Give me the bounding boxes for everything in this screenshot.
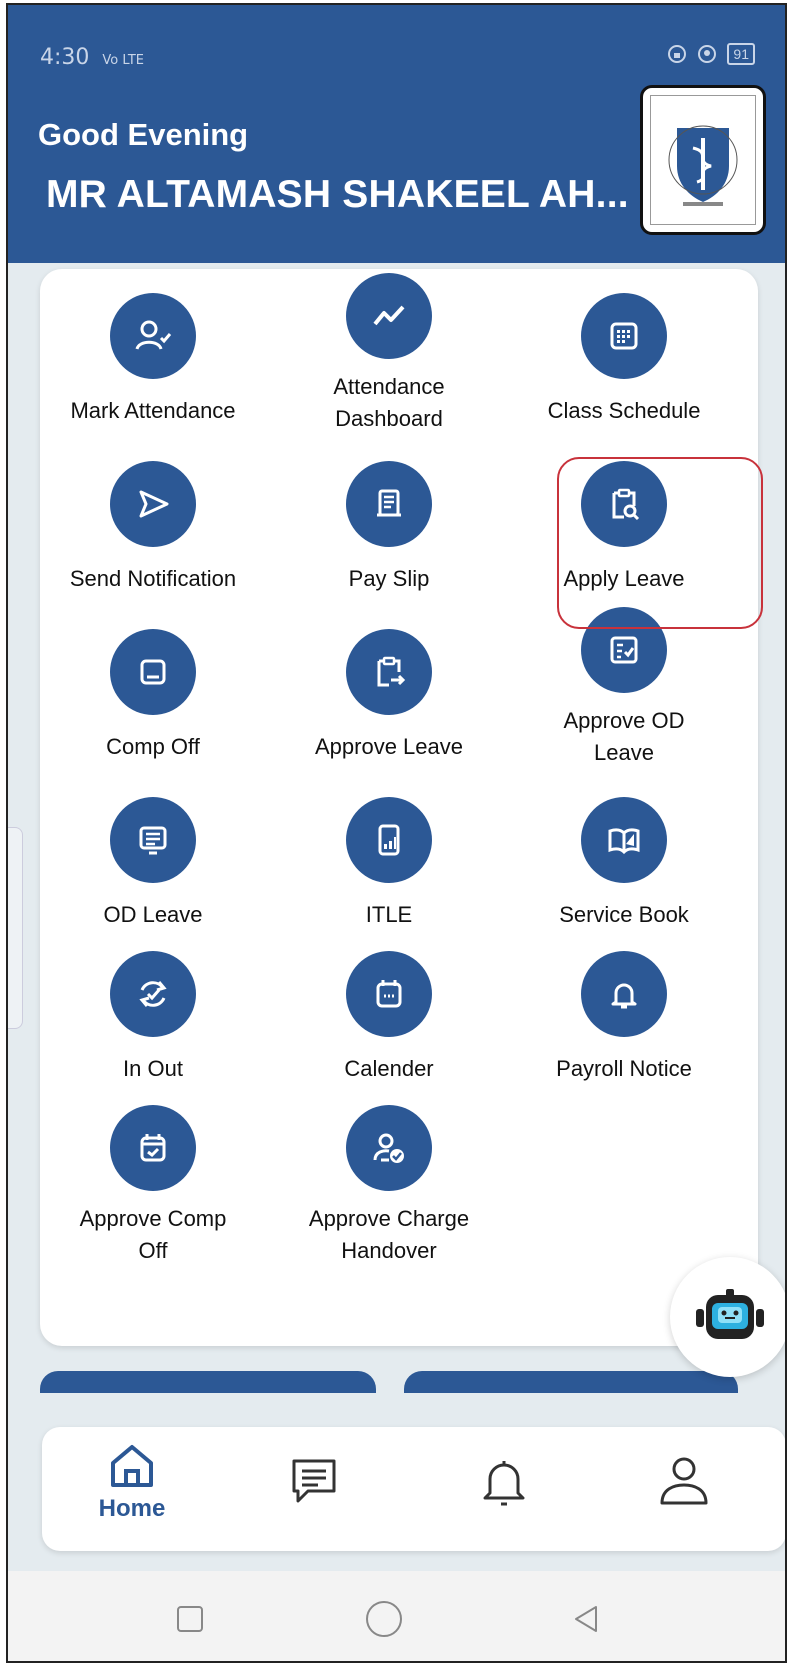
status-time: 4:30 Vo LTE xyxy=(40,45,144,70)
user-check-icon xyxy=(110,293,196,379)
app-header: 4:30 Vo LTE 91 Good Evening MR ALTAMASH … xyxy=(8,5,785,263)
back-button-icon[interactable] xyxy=(570,1603,602,1635)
bottom-card-left[interactable] xyxy=(40,1371,376,1393)
menu-label: Approve Comp Off xyxy=(79,1206,227,1263)
sync-check-icon xyxy=(110,951,196,1037)
profile-icon xyxy=(660,1457,708,1505)
menu-label: Mark Attendance xyxy=(70,398,236,423)
phone-frame: 4:30 Vo LTE 91 Good Evening MR ALTAMASH … xyxy=(6,3,787,1663)
calendar-grid-icon xyxy=(581,293,667,379)
trend-line-icon xyxy=(346,273,432,359)
time-text: 4:30 xyxy=(40,45,90,70)
menu-class-schedule[interactable]: Class Schedule xyxy=(514,293,734,427)
menu-label: Comp Off xyxy=(106,734,200,759)
open-book-icon xyxy=(581,797,667,883)
message-icon xyxy=(292,1459,336,1503)
status-icons: 91 xyxy=(667,43,755,65)
menu-label: Service Book xyxy=(559,902,689,927)
monitor-list-icon xyxy=(110,797,196,883)
menu-approve-charge-handover[interactable]: Approve Charge Handover xyxy=(279,1105,499,1267)
nav-notifications[interactable] xyxy=(444,1453,564,1513)
lock-icon xyxy=(668,45,687,63)
nav-home-label: Home xyxy=(98,1495,166,1522)
chatbot-button[interactable] xyxy=(670,1257,785,1377)
menu-label: Approve Leave xyxy=(315,734,463,759)
system-nav-bar xyxy=(8,1571,785,1661)
menu-label: ITLE xyxy=(365,902,413,927)
edge-panel-handle[interactable] xyxy=(8,827,23,1029)
menu-od-leave[interactable]: OD Leave xyxy=(43,797,263,931)
menu-pay-slip[interactable]: Pay Slip xyxy=(279,461,499,595)
menu-label: Calender xyxy=(344,1056,434,1081)
college-logo[interactable] xyxy=(640,85,766,235)
menu-mark-attendance[interactable]: Mark Attendance xyxy=(43,293,263,427)
location-icon xyxy=(698,45,717,63)
menu-label: Approve Charge Handover xyxy=(308,1206,470,1263)
menu-comp-off[interactable]: Comp Off xyxy=(43,629,263,763)
bell-icon xyxy=(483,1461,525,1506)
bottom-nav: Home xyxy=(42,1427,785,1551)
bottom-card-right[interactable] xyxy=(404,1371,738,1393)
selected-item-highlight xyxy=(557,457,763,629)
nav-messages[interactable] xyxy=(254,1453,374,1509)
menu-service-book[interactable]: Service Book xyxy=(514,797,734,931)
logo-image xyxy=(650,95,756,225)
home-button-icon[interactable] xyxy=(364,1599,404,1639)
robot-icon xyxy=(696,1289,764,1339)
recents-button-icon[interactable] xyxy=(174,1603,206,1635)
menu-label: In Out xyxy=(123,1056,183,1081)
nav-home[interactable]: Home xyxy=(72,1439,192,1523)
send-icon xyxy=(110,461,196,547)
receipt-icon xyxy=(346,461,432,547)
menu-calender[interactable]: Calender xyxy=(279,951,499,1085)
clipboard-arrow-icon xyxy=(346,629,432,715)
menu-label: OD Leave xyxy=(103,902,203,927)
menu-approve-od-leave[interactable]: Approve OD Leave xyxy=(514,607,734,769)
menu-itle[interactable]: ITLE xyxy=(279,797,499,931)
calendar-icon xyxy=(346,951,432,1037)
menu-send-notification[interactable]: Send Notification xyxy=(43,461,263,595)
user-name: MR ALTAMASH SHAKEEL AH... xyxy=(46,173,629,216)
phone-chart-icon xyxy=(346,797,432,883)
menu-payroll-notice[interactable]: Payroll Notice xyxy=(514,951,734,1085)
menu-card: Mark Attendance Attendance Dashboard Cla… xyxy=(40,269,758,1346)
battery-icon: 91 xyxy=(727,43,755,65)
menu-label: Approve OD Leave xyxy=(563,708,685,765)
menu-label: Send Notification xyxy=(69,566,237,591)
menu-label: Class Schedule xyxy=(547,398,701,423)
network-text: Vo LTE xyxy=(102,53,144,68)
nav-profile[interactable] xyxy=(624,1451,744,1511)
bell-icon xyxy=(581,951,667,1037)
user-verified-icon xyxy=(346,1105,432,1191)
calendar-check-icon xyxy=(110,1105,196,1191)
greeting-text: Good Evening xyxy=(38,117,249,152)
menu-attendance-dashboard[interactable]: Attendance Dashboard xyxy=(279,273,499,435)
home-icon xyxy=(111,1445,153,1487)
menu-approve-leave[interactable]: Approve Leave xyxy=(279,629,499,763)
menu-label: Payroll Notice xyxy=(556,1056,692,1081)
minus-square-icon xyxy=(110,629,196,715)
menu-label: Attendance Dashboard xyxy=(333,374,445,431)
menu-approve-comp-off[interactable]: Approve Comp Off xyxy=(43,1105,263,1267)
menu-in-out[interactable]: In Out xyxy=(43,951,263,1085)
college-crest-icon xyxy=(668,125,738,206)
menu-label: Pay Slip xyxy=(348,566,430,591)
